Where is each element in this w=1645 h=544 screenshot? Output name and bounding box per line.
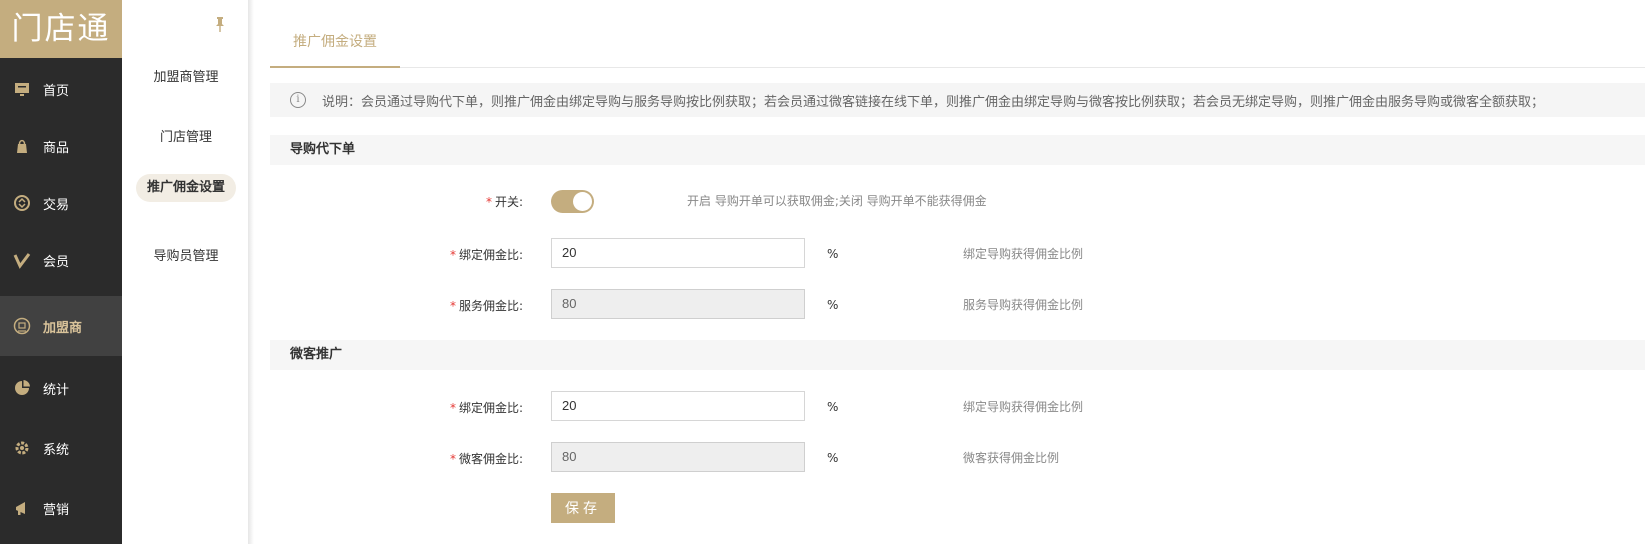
switch-hint: 开启 导购开单可以获取佣金;关闭 导购开单不能获得佣金	[687, 194, 987, 208]
nav-item-goods[interactable]: 商品	[0, 116, 122, 176]
percent-unit: %	[827, 451, 839, 465]
service-ratio-input: 80	[551, 289, 805, 319]
pie-icon	[13, 379, 31, 397]
nav-item-label: 交易	[43, 197, 70, 213]
bind-ratio-input[interactable]: 20	[551, 238, 805, 268]
switch-label: * 开关:	[485, 195, 523, 209]
nav-item-label: 首页	[43, 83, 70, 99]
tab-commission-settings[interactable]: 推广佣金设置	[270, 24, 400, 68]
nav-item-label: 营销	[43, 502, 70, 518]
weike-bind-ratio-hint: 绑定导购获得佣金比例	[963, 400, 1084, 414]
submenu-item-franchise-manage[interactable]: 加盟商管理	[136, 66, 236, 85]
main-nav: 门店通 首页 商品 交易 会员 加盟商 统计 系统 营销	[0, 0, 122, 544]
service-ratio-label: * 服务佣金比:	[449, 299, 523, 313]
nav-item-label: 商品	[43, 140, 70, 156]
nav-item-franchise[interactable]: 加盟商	[0, 296, 122, 356]
percent-unit: %	[827, 298, 839, 312]
nav-item-stats[interactable]: 统计	[0, 358, 122, 418]
nav-item-home[interactable]: 首页	[0, 59, 122, 119]
nav-item-label: 加盟商	[43, 320, 83, 336]
bind-ratio-hint: 绑定导购获得佣金比例	[963, 247, 1084, 261]
weike-ratio-hint: 微客获得佣金比例	[963, 451, 1060, 465]
info-icon: i	[290, 92, 306, 108]
commission-toggle[interactable]	[551, 190, 594, 213]
weike-bind-ratio-label: * 绑定佣金比:	[449, 401, 523, 415]
notice-text: 说明：会员通过导购代下单，则推广佣金由绑定导购与服务导购按比例获取；若会员通过微…	[322, 94, 1545, 110]
pin-icon[interactable]	[213, 16, 227, 34]
nav-item-label: 会员	[43, 254, 70, 270]
nav-item-label: 系统	[43, 442, 70, 458]
nav-item-label: 统计	[43, 382, 70, 398]
exchange-icon	[13, 194, 31, 212]
save-button[interactable]: 保存	[551, 493, 615, 523]
megaphone-icon	[13, 499, 31, 517]
bind-ratio-label: * 绑定佣金比:	[449, 248, 523, 262]
app-logo: 门店通	[0, 0, 122, 58]
nav-item-member[interactable]: 会员	[0, 230, 122, 290]
tab-bar: 推广佣金设置	[270, 24, 1645, 68]
percent-unit: %	[827, 400, 839, 414]
franchise-icon	[13, 317, 31, 335]
toggle-knob	[573, 192, 592, 211]
submenu-item-store-manage[interactable]: 门店管理	[136, 126, 236, 145]
section-title-weike-promo: 微客推广	[270, 340, 1645, 370]
monitor-icon	[13, 80, 31, 98]
nav-item-marketing[interactable]: 营销	[0, 478, 122, 538]
nav-item-trade[interactable]: 交易	[0, 173, 122, 233]
notice-bar: i 说明：会员通过导购代下单，则推广佣金由绑定导购与服务导购按比例获取；若会员通…	[270, 83, 1645, 117]
weike-bind-ratio-input[interactable]: 20	[551, 391, 805, 421]
v-icon	[13, 251, 31, 269]
weike-ratio-label: * 微客佣金比:	[449, 452, 523, 466]
nav-item-system[interactable]: 系统	[0, 418, 122, 478]
weike-ratio-input: 80	[551, 442, 805, 472]
percent-unit: %	[827, 247, 839, 261]
gear-icon	[13, 439, 31, 457]
section-title-guide-order: 导购代下单	[270, 135, 1645, 165]
bag-icon	[13, 137, 31, 155]
service-ratio-hint: 服务导购获得佣金比例	[963, 298, 1084, 312]
